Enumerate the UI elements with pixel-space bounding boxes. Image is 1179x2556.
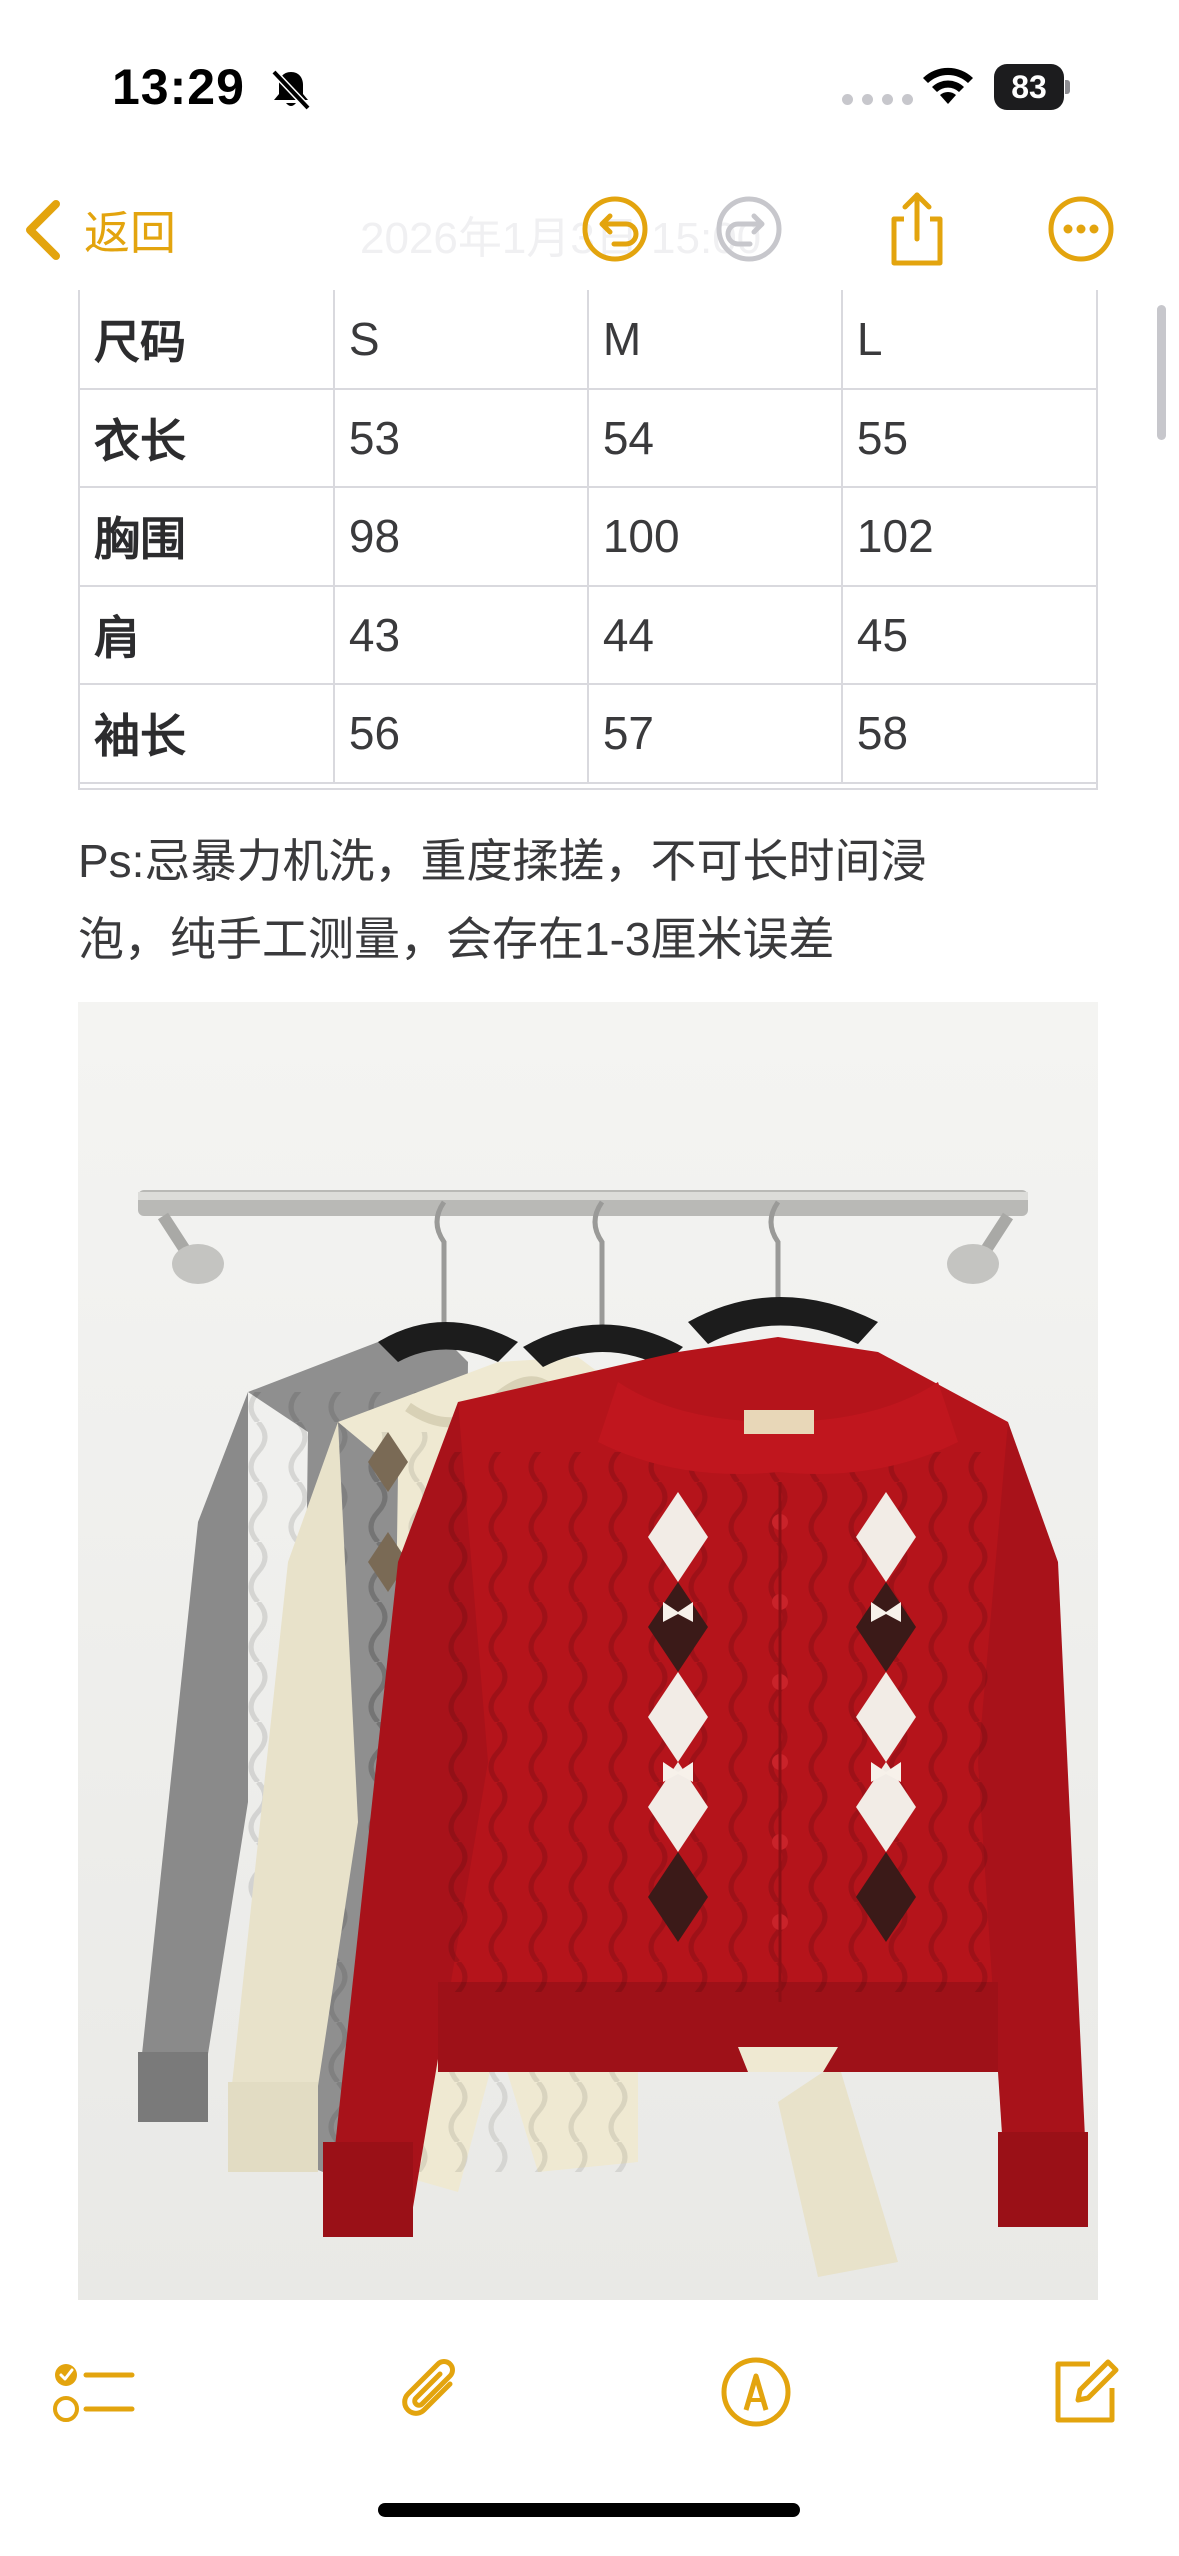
back-label: 返回 — [84, 207, 176, 259]
note-line: 泡，纯手工测量，会存在1-3厘米误差 — [78, 913, 835, 965]
table-cell[interactable]: 55 — [840, 387, 1096, 488]
table-cell[interactable]: S — [332, 290, 589, 390]
back-button[interactable]: 返回 — [22, 190, 176, 270]
table-cell[interactable]: 肩 — [80, 584, 335, 685]
note-line: Ps:忌暴力机洗，重度揉搓，不可长时间浸 — [78, 835, 927, 887]
table-cell[interactable]: 58 — [840, 683, 1096, 784]
table-cell[interactable]: 44 — [586, 584, 843, 685]
battery-level: 83 — [994, 64, 1064, 110]
wifi-icon — [923, 67, 973, 104]
compose-button[interactable] — [1034, 2342, 1134, 2442]
note-body-text[interactable]: Ps:忌暴力机洗，重度揉搓，不可长时间浸 泡，纯手工测量，会存在1-3厘米误差 — [78, 822, 1118, 978]
share-button[interactable] — [872, 184, 962, 274]
table-cell[interactable]: 尺码 — [80, 290, 335, 390]
more-button[interactable] — [1036, 184, 1126, 274]
status-time: 13:29 — [112, 59, 245, 115]
table-cell[interactable]: 102 — [840, 486, 1096, 587]
table-row: 衣长 53 54 55 — [80, 387, 1096, 488]
chevron-left-icon — [26, 200, 60, 260]
attachment-button[interactable] — [380, 2342, 480, 2442]
checklist-button[interactable] — [44, 2342, 144, 2442]
checklist-icon — [53, 2364, 135, 2422]
cellular-signal-icon — [842, 94, 913, 105]
share-icon — [891, 192, 943, 266]
table-cell[interactable]: 45 — [840, 584, 1096, 685]
nav-bar: 返回 2026年1月3日 15:00 — [0, 170, 1179, 290]
table-cell[interactable]: 袖长 — [80, 683, 335, 784]
table-cell[interactable]: M — [586, 290, 843, 390]
table-cell[interactable]: 56 — [332, 683, 589, 784]
table-row: 胸围 98 100 102 — [80, 486, 1096, 587]
redo-icon — [716, 196, 782, 262]
cardigan-photo[interactable] — [78, 1002, 1098, 2300]
table-cell[interactable]: 53 — [332, 387, 589, 488]
home-indicator[interactable] — [378, 2503, 800, 2517]
table-cell[interactable]: 54 — [586, 387, 843, 488]
table-cell[interactable]: 衣长 — [80, 387, 335, 488]
table-cell[interactable]: 57 — [586, 683, 843, 784]
note-date-title: 2026年1月3日 15:00 — [360, 214, 762, 263]
table-header-row: 尺码 S M L — [80, 290, 1096, 390]
battery-icon: 83 — [994, 64, 1070, 110]
table-cell[interactable]: 胸围 — [80, 486, 335, 587]
markup-button[interactable] — [706, 2342, 806, 2442]
table-row: 肩 43 44 45 — [80, 584, 1096, 685]
table-cell[interactable]: 100 — [586, 486, 843, 587]
scroll-indicator[interactable] — [1157, 305, 1166, 440]
status-bar: 13:29 83 — [0, 0, 1179, 170]
compose-icon — [1055, 2359, 1119, 2423]
table-cell[interactable]: 98 — [332, 486, 589, 587]
undo-icon — [582, 196, 648, 262]
more-icon — [1048, 196, 1114, 262]
undo-button[interactable] — [570, 184, 660, 274]
table-row: 袖长 56 57 58 — [80, 683, 1096, 784]
markup-pen-icon — [721, 2357, 791, 2427]
bell-slash-icon — [271, 69, 311, 111]
redo-button[interactable] — [704, 184, 794, 274]
table-cell[interactable]: 43 — [332, 584, 589, 685]
table-cell[interactable]: L — [840, 290, 1096, 390]
bottom-toolbar — [0, 2300, 1179, 2556]
paperclip-icon — [402, 2359, 455, 2416]
size-table[interactable]: 尺码 S M L 衣长 53 54 55 胸围 98 100 102 肩 43 … — [78, 290, 1098, 790]
cardigan-image — [78, 1002, 1098, 2300]
